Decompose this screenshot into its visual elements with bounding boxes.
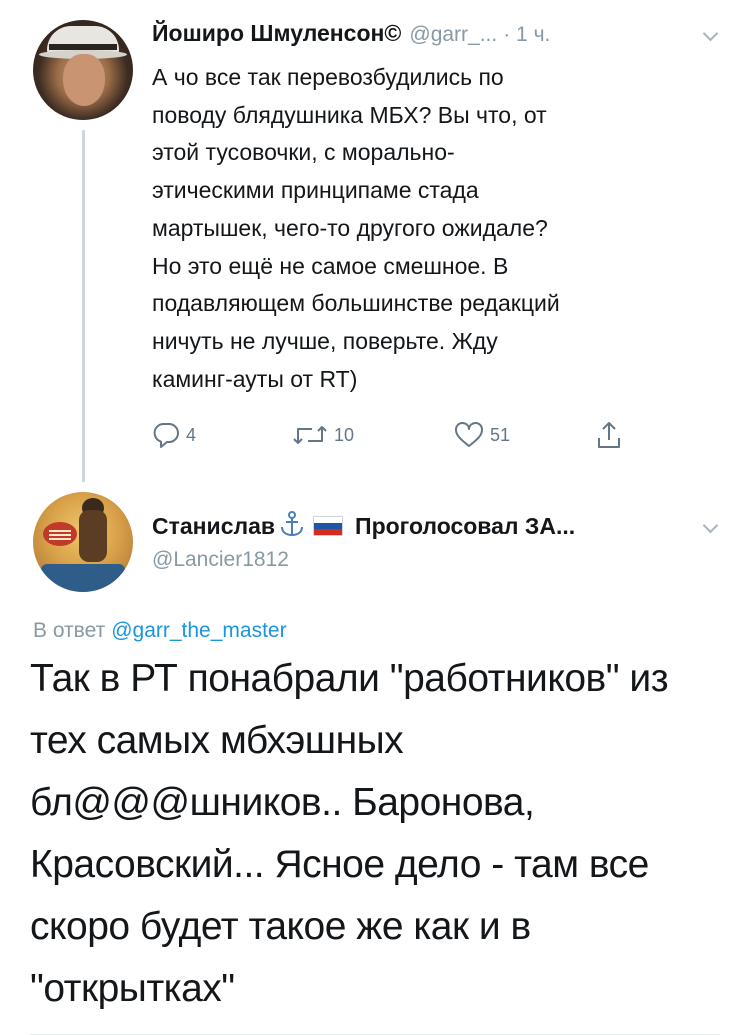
author-name-suffix[interactable]: Проголосовал ЗА...	[355, 513, 575, 540]
russia-flag-icon	[313, 516, 344, 536]
like-button[interactable]: 51	[454, 418, 510, 452]
tweet-reply[interactable]: Станислав Проголосовал ЗА... @Lancier181…	[0, 482, 749, 1035]
reply-prefix: В ответ	[33, 619, 106, 642]
retweet-button[interactable]: 10	[292, 418, 354, 452]
timestamp[interactable]: · 1 ч.	[503, 23, 550, 47]
author-handle[interactable]: @Lancier1812	[152, 548, 289, 572]
thread-connector-line	[82, 130, 85, 482]
avatar[interactable]	[33, 492, 133, 592]
heart-icon	[455, 422, 483, 447]
tweet-header: Станислав Проголосовал ЗА...	[152, 511, 575, 540]
retweet-icon	[293, 426, 327, 444]
reply-button[interactable]: 4	[152, 418, 196, 452]
share-icon	[598, 422, 620, 448]
tweet-header: Йоширо Шмуленсон© @garr_... · 1 ч.	[152, 20, 550, 52]
author-handle[interactable]: @garr_...	[409, 23, 497, 47]
retweet-count: 10	[334, 424, 355, 445]
tweet-text: Так в РТ понабрали "работников" из тех с…	[30, 657, 669, 1010]
tweet-parent[interactable]: Йоширо Шмуленсон© @garr_... · 1 ч. А чо …	[0, 0, 749, 482]
author-name[interactable]: Станислав	[152, 513, 275, 540]
reply-icon	[153, 423, 179, 448]
author-name[interactable]: Йоширо Шмуленсон©	[152, 20, 401, 47]
avatar[interactable]	[33, 20, 133, 120]
tweet-actions: 4 10 51	[152, 418, 672, 452]
share-button[interactable]	[596, 418, 622, 452]
chevron-down-icon[interactable]	[703, 28, 717, 42]
like-count: 51	[490, 424, 511, 445]
chevron-down-icon[interactable]	[703, 520, 717, 534]
reply-context: В ответ @garr_the_master	[33, 619, 287, 643]
reply-mention-link[interactable]: @garr_the_master	[111, 619, 286, 642]
anchor-emoji-icon	[281, 511, 304, 537]
tweet-text: А чо все так перевозбудились по поводу б…	[152, 64, 560, 392]
reply-count: 4	[186, 424, 197, 445]
